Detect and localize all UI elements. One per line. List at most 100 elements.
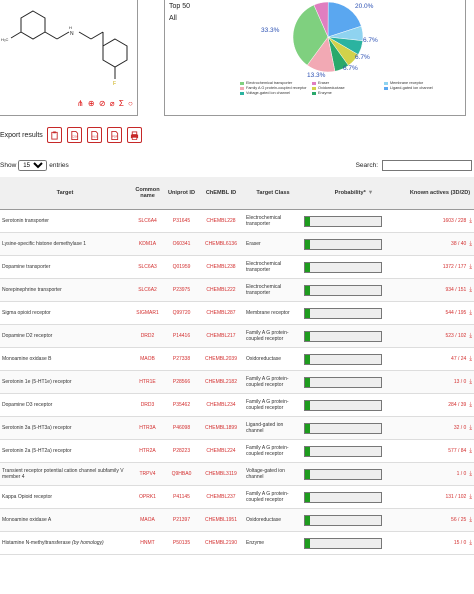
- cell-common-name[interactable]: OPRK1: [130, 485, 165, 509]
- cell-uniprot-link[interactable]: P31645: [165, 209, 198, 233]
- download-icon[interactable]: ⤓: [469, 264, 472, 271]
- cell-known-actives[interactable]: 38 / 40 ⤓: [406, 232, 474, 256]
- cell-uniprot-link[interactable]: P41145: [165, 485, 198, 509]
- entries-select[interactable]: 15: [18, 160, 48, 171]
- cell-uniprot-link[interactable]: P27338: [165, 347, 198, 371]
- cell-uniprot-link[interactable]: P28566: [165, 370, 198, 394]
- cell-known-actives[interactable]: 131 / 102 ⤓: [406, 485, 474, 509]
- cell-common-name[interactable]: TRPV4: [130, 462, 165, 486]
- cell-uniprot-link[interactable]: P23975: [165, 278, 198, 302]
- export-pdf-button[interactable]: PDF: [106, 127, 122, 143]
- cell-uniprot-link[interactable]: Q99720: [165, 301, 198, 325]
- cell-chembl-link[interactable]: CHEMBL234: [198, 393, 244, 417]
- cell-known-actives[interactable]: 577 / 84 ⤓: [406, 439, 474, 463]
- download-icon[interactable]: ⤓: [469, 540, 472, 547]
- cell-uniprot-link[interactable]: P21397: [165, 508, 198, 532]
- download-icon[interactable]: ⤓: [469, 310, 472, 317]
- cell-uniprot-link[interactable]: Q9HBA0: [165, 462, 198, 486]
- cell-known-actives[interactable]: 15 / 0 ⤓: [406, 531, 474, 555]
- cell-uniprot-link[interactable]: P46098: [165, 416, 198, 440]
- cell-chembl-link[interactable]: CHEMBL1899: [198, 416, 244, 440]
- cell-uniprot-link[interactable]: P50135: [165, 531, 198, 555]
- cell-target: Serotonin 1e (5-HT1e) receptor: [0, 370, 130, 394]
- cell-common-name[interactable]: HNMT: [130, 531, 165, 555]
- cell-common-name[interactable]: KDM1A: [130, 232, 165, 256]
- cell-common-name[interactable]: SLC6A2: [130, 278, 165, 302]
- cell-chembl-link[interactable]: CHEMBL224: [198, 439, 244, 463]
- cell-chembl-link[interactable]: CHEMBL217: [198, 324, 244, 348]
- cell-common-name[interactable]: MAOB: [130, 347, 165, 371]
- structure-tool-icons[interactable]: ⋔ ⊕ ⊘ ⌀ Σ ○: [77, 99, 134, 108]
- print-button[interactable]: [126, 127, 142, 143]
- cell-known-actives[interactable]: 47 / 24 ⤓: [406, 347, 474, 371]
- cell-uniprot-link[interactable]: P28223: [165, 439, 198, 463]
- probability-bar: [304, 468, 382, 480]
- col-chembl-id[interactable]: ChEMBL ID: [198, 177, 244, 210]
- download-icon[interactable]: ⤓: [469, 448, 472, 455]
- export-xls-button[interactable]: XLS: [86, 127, 102, 143]
- cell-target: Dopamine D3 receptor: [0, 393, 130, 417]
- cell-chembl-link[interactable]: CHEMBL222: [198, 278, 244, 302]
- download-icon[interactable]: ⤓: [469, 517, 472, 524]
- cell-chembl-link[interactable]: CHEMBL287: [198, 301, 244, 325]
- cell-known-actives[interactable]: 544 / 195 ⤓: [406, 301, 474, 325]
- col-target-class[interactable]: Target Class: [244, 177, 302, 210]
- cell-known-actives[interactable]: 523 / 102 ⤓: [406, 324, 474, 348]
- download-icon[interactable]: ⤓: [469, 356, 472, 363]
- download-icon[interactable]: ⤓: [469, 494, 472, 501]
- cell-chembl-link[interactable]: CHEMBL3119: [198, 462, 244, 486]
- cell-known-actives[interactable]: 284 / 39 ⤓: [406, 393, 474, 417]
- download-icon[interactable]: ⤓: [469, 333, 472, 340]
- cell-uniprot-link[interactable]: P14416: [165, 324, 198, 348]
- cell-known-actives[interactable]: 1603 / 228 ⤓: [406, 209, 474, 233]
- cell-common-name[interactable]: HTR3A: [130, 416, 165, 440]
- cell-uniprot-link[interactable]: Q01959: [165, 255, 198, 279]
- cell-chembl-link[interactable]: CHEMBL228: [198, 209, 244, 233]
- col-target[interactable]: Target: [0, 177, 130, 210]
- search-input[interactable]: [382, 160, 472, 171]
- probability-fill: [305, 331, 310, 341]
- cell-common-name[interactable]: DRD3: [130, 393, 165, 417]
- cell-chembl-link[interactable]: CHEMBL2190: [198, 531, 244, 555]
- download-icon[interactable]: ⤓: [469, 379, 472, 386]
- cell-known-actives[interactable]: 13 / 0 ⤓: [406, 370, 474, 394]
- cell-chembl-link[interactable]: CHEMBL2182: [198, 370, 244, 394]
- cell-known-actives[interactable]: 1 / 0 ⤓: [406, 462, 474, 486]
- cell-chembl-link[interactable]: CHEMBL1951: [198, 508, 244, 532]
- cell-known-actives[interactable]: 32 / 0 ⤓: [406, 416, 474, 440]
- export-label: Export results: [0, 131, 43, 139]
- cell-uniprot-link[interactable]: P35462: [165, 393, 198, 417]
- probability-bar: [304, 215, 382, 227]
- download-icon[interactable]: ⤓: [469, 218, 472, 225]
- cell-uniprot-link[interactable]: O60341: [165, 232, 198, 256]
- download-icon[interactable]: ⤓: [469, 241, 472, 248]
- cell-known-actives[interactable]: 934 / 151 ⤓: [406, 278, 474, 302]
- cell-common-name[interactable]: SIGMAR1: [130, 301, 165, 325]
- cell-known-actives[interactable]: 1372 / 177 ⤓: [406, 255, 474, 279]
- cell-common-name[interactable]: HTR2A: [130, 439, 165, 463]
- col-common-name[interactable]: Common name: [130, 177, 165, 210]
- export-csv-button[interactable]: CSV: [66, 127, 82, 143]
- download-icon[interactable]: ⤓: [469, 287, 472, 294]
- col-known-actives[interactable]: Known actives (3D/2D): [406, 177, 474, 210]
- download-icon[interactable]: ⤓: [469, 471, 472, 478]
- export-clipboard-button[interactable]: [46, 127, 62, 143]
- cell-common-name[interactable]: DRD2: [130, 324, 165, 348]
- col-probability[interactable]: Probability* ▼: [302, 177, 406, 210]
- cell-known-actives[interactable]: 56 / 25 ⤓: [406, 508, 474, 532]
- cell-common-name[interactable]: SLC6A4: [130, 209, 165, 233]
- cell-chembl-link[interactable]: CHEMBL2039: [198, 347, 244, 371]
- download-icon[interactable]: ⤓: [469, 425, 472, 432]
- cell-chembl-link[interactable]: CHEMBL6136: [198, 232, 244, 256]
- cell-target: Norepinephrine transporter: [0, 278, 130, 302]
- cell-common-name[interactable]: MAOA: [130, 508, 165, 532]
- pie-header-top50: Top 50: [169, 3, 191, 10]
- cell-common-name[interactable]: HTR1E: [130, 370, 165, 394]
- cell-chembl-link[interactable]: CHEMBL237: [198, 485, 244, 509]
- cell-common-name[interactable]: SLC6A3: [130, 255, 165, 279]
- cell-chembl-link[interactable]: CHEMBL238: [198, 255, 244, 279]
- download-icon[interactable]: ⤓: [469, 402, 472, 409]
- table-row: Kappa Opioid receptor OPRK1 P41145 CHEMBL23…: [0, 485, 474, 509]
- col-uniprot-id[interactable]: Uniprot ID: [165, 177, 198, 210]
- homology-note: (by homology): [72, 540, 104, 546]
